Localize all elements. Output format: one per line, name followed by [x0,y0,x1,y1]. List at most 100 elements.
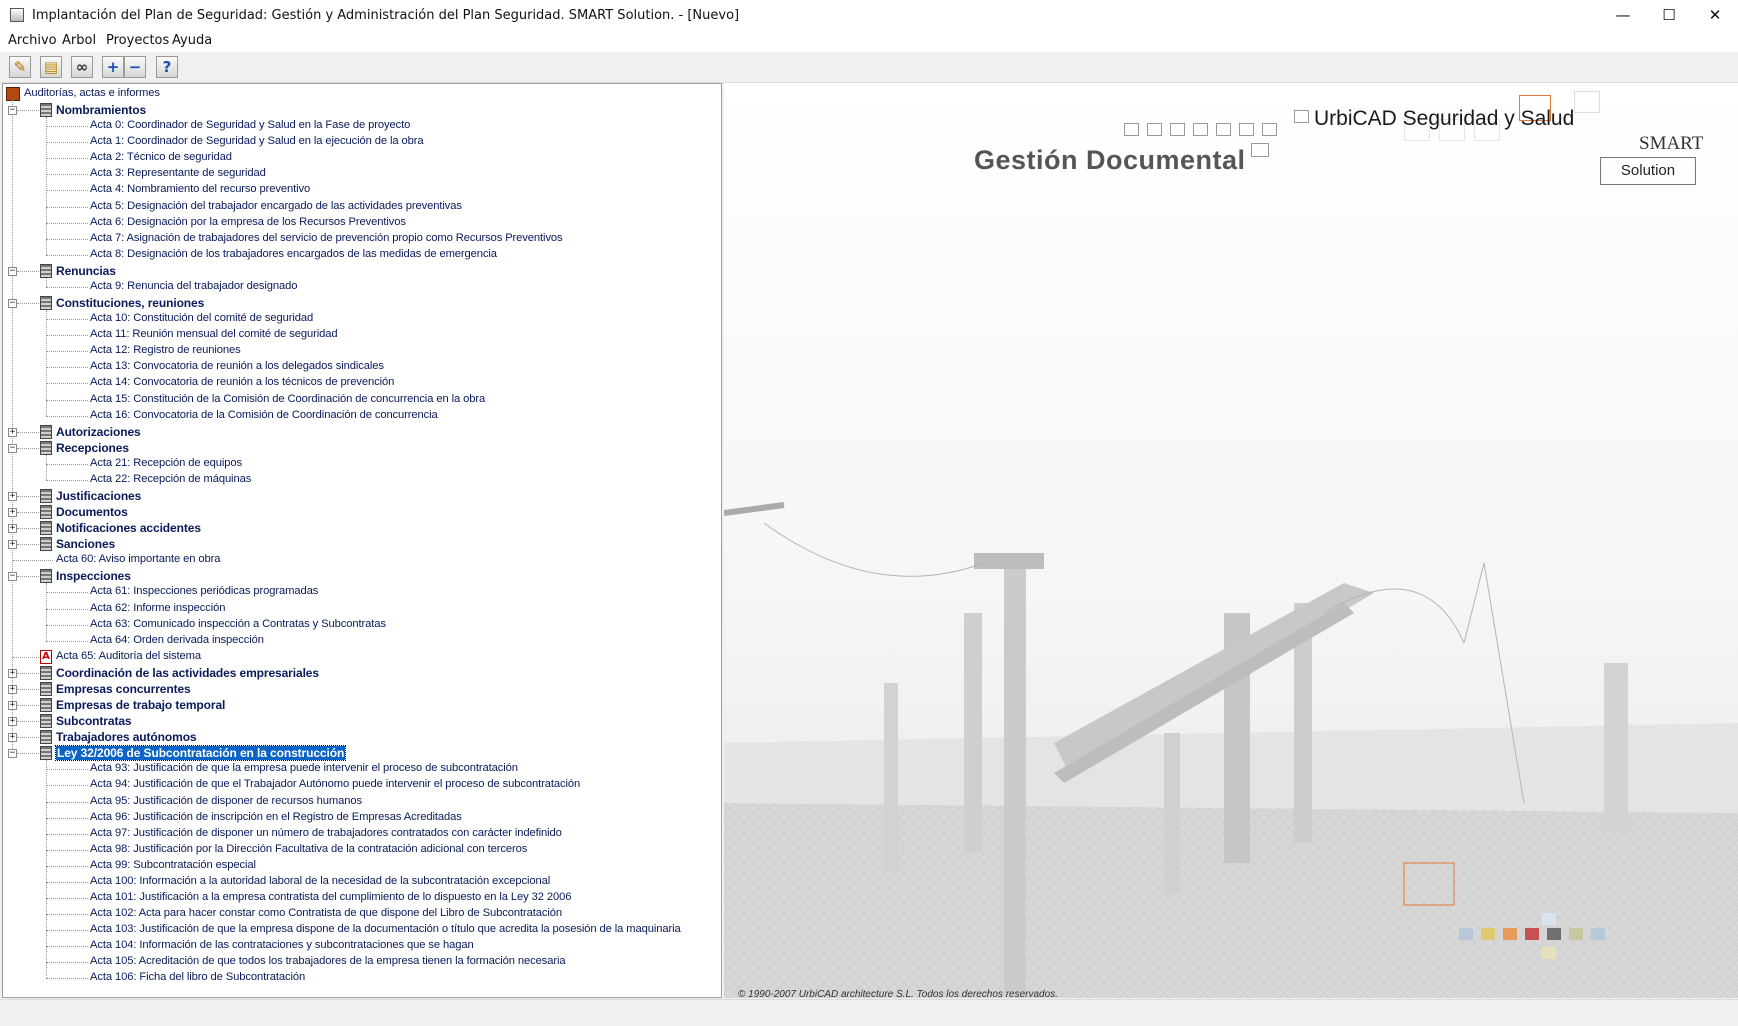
tree-leaf-node[interactable]: Acta 100: Información a la autoridad lab… [3,874,721,890]
collapse-toggle-icon[interactable]: − [8,749,17,759]
tree-group-node[interactable]: − Inspecciones [3,568,721,584]
menu-proyectos[interactable]: Proyectos [106,33,169,48]
collapse-toggle-icon[interactable]: − [8,266,17,276]
tree-leaf-node[interactable]: Acta 62: Informe inspección [3,601,721,617]
expand-toggle-icon[interactable]: + [8,668,17,678]
tree-leaf-node[interactable]: Acta 95: Justificación de disponer de re… [3,794,721,810]
tree-leaf-node[interactable]: Acta 97: Justificación de disponer un nú… [3,826,721,842]
tree-group-node[interactable]: + Documentos [3,504,721,520]
smart-logo-text: SMART [1639,133,1704,154]
expand-toggle-icon[interactable]: + [8,524,17,534]
minimize-button[interactable]: — [1600,0,1646,32]
tree-leaf-node[interactable]: Acta 10: Constitución del comité de segu… [3,311,721,327]
tree-group-node[interactable]: − Ley 32/2006 de Subcontratación en la co… [3,745,721,762]
expand-toggle-icon[interactable]: + [8,684,17,694]
tree-leaf-node[interactable]: Acta 2: Técnico de seguridad [3,150,721,166]
collapse-toggle-icon[interactable]: − [8,443,17,453]
leaf-label: Acta 5: Designación del trabajador encar… [90,199,462,212]
tree-leaf-node[interactable]: Acta 22: Recepción de máquinas [3,472,721,488]
tree-connector [46,962,88,964]
tree-leaf-node[interactable]: Acta 0: Coordinador de Seguridad y Salud… [3,118,721,134]
tree-leaf-node[interactable]: Acta 13: Convocatoria de reunión a los d… [3,359,721,375]
expand-toggle-icon[interactable]: + [8,733,17,743]
leaf-label: Acta 102: Acta para hacer constar como C… [90,907,562,920]
group-label: Sanciones [56,537,116,552]
tree-leaf-node[interactable]: Acta 98: Justificación por la Dirección … [3,842,721,858]
tree-group-node[interactable]: + Coordinación de las actividades empresa… [3,665,721,681]
tree-leaf-node[interactable]: Acta 105: Acreditación de que todos los … [3,954,721,970]
tree-leaf-node[interactable]: Acta 106: Ficha del libro de Subcontrata… [3,970,721,986]
tree-group-node[interactable]: + Sanciones [3,536,721,552]
tree-leaf-node[interactable]: Acta 61: Inspecciones periódicas program… [3,584,721,600]
tree-group-node[interactable]: + Autorizaciones [3,424,721,440]
tree-leaf-node[interactable]: Acta 94: Justificación de que el Trabaja… [3,777,721,793]
maximize-button[interactable]: ☐ [1646,0,1692,32]
leaf-label: Acta 1: Coordinador de Seguridad y Salud… [90,135,424,148]
tree-leaf-node[interactable]: Acta 99: Subcontratación especial [3,858,721,874]
menu-archivo[interactable]: Archivo [8,33,57,48]
menu-ayuda[interactable]: Ayuda [172,33,212,48]
open-folder-icon[interactable]: ▤ [40,56,62,78]
tree-leaf-node[interactable]: Acta 103: Justificación de que la empres… [3,922,721,938]
tree-leaf-node[interactable]: Acta 8: Designación de los trabajadores … [3,247,721,263]
collapse-toggle-icon[interactable]: − [8,106,17,116]
tree-connector [46,254,88,256]
tree-leaf-node[interactable]: Acta 5: Designación del trabajador encar… [3,199,721,215]
tree-group-node[interactable]: + Subcontratas [3,713,721,729]
document-tree[interactable]: Auditorías, actas e informes − Nombramien… [2,83,722,998]
help-icon[interactable]: ? [156,56,178,78]
expand-toggle-icon[interactable]: + [8,540,17,550]
expand-toggle-icon[interactable]: + [8,427,17,437]
tree-leaf-node[interactable]: Acta 12: Registro de reuniones [3,343,721,359]
expand-toggle-icon[interactable]: + [8,492,17,501]
tree-leaf-node[interactable]: Acta 60: Aviso importante en obra [3,552,721,568]
leaf-label: Acta 63: Comunicado inspección a Contrat… [90,617,386,630]
tree-connector [17,431,39,433]
tree-leaf-node[interactable]: Acta 21: Recepción de equipos [3,456,721,472]
tree-leaf-node[interactable]: Acta 16: Convocatoria de la Comisión de … [3,408,721,424]
menu-arbol[interactable]: Arbol [62,33,96,48]
tree-group-node[interactable]: − Nombramientos [3,102,721,118]
expand-toggle-icon[interactable]: + [8,717,17,727]
tree-leaf-node[interactable]: Acta 104: Información de las contratacio… [3,938,721,954]
tree-connector [46,383,88,385]
tree-leaf-node[interactable]: Acta 6: Designación por la empresa de lo… [3,215,721,231]
tree-leaf-node[interactable]: Acta 4: Nombramiento del recurso prevent… [3,182,721,198]
tree-leaf-node[interactable]: Acta 11: Reunión mensual del comité de s… [3,327,721,343]
tree-leaf-node[interactable]: Acta 14: Convocatoria de reunión a los t… [3,375,721,391]
tree-group-node[interactable]: − Constituciones, reuniones [3,295,721,311]
tree-leaf-node[interactable]: Acta 102: Acta para hacer constar como C… [3,906,721,922]
collapse-minus-icon[interactable]: − [124,56,146,78]
tree-leaf-node[interactable]: Acta 7: Asignación de trabajadores del s… [3,231,721,247]
tree-leaf-node[interactable]: A Acta 65: Auditoría del sistema [3,649,721,665]
tree-leaf-node[interactable]: Acta 64: Orden derivada inspección [3,633,721,649]
tree-leaf-node[interactable]: Acta 101: Justificación a la empresa con… [3,890,721,906]
expand-toggle-icon[interactable]: + [8,508,17,518]
binoculars-icon[interactable]: ∞ [71,56,93,78]
tree-connector [46,769,88,771]
expand-toggle-icon[interactable]: + [8,701,17,711]
expand-plus-icon[interactable]: + [102,56,124,78]
group-label: Recepciones [56,440,129,455]
tree-group-node[interactable]: − Recepciones [3,440,721,456]
tree-leaf-node[interactable]: Acta 9: Renuncia del trabajador designad… [3,279,721,295]
tree-group-node[interactable]: + Justificaciones [3,488,721,504]
edit-note-icon[interactable]: ✎ [9,56,31,78]
leaf-label: Acta 7: Asignación de trabajadores del s… [90,231,563,244]
tree-group-node[interactable]: − Renuncias [3,263,721,279]
tree-group-node[interactable]: + Notificaciones accidentes [3,520,721,536]
collapse-toggle-icon[interactable]: − [8,299,17,309]
tree-root[interactable]: Auditorías, actas e informes [3,86,721,102]
tree-connector [46,206,88,208]
tree-leaf-node[interactable]: Acta 63: Comunicado inspección a Contrat… [3,617,721,633]
tree-leaf-node[interactable]: Acta 93: Justificación de que la empresa… [3,761,721,777]
tree-leaf-node[interactable]: Acta 15: Constitución de la Comisión de … [3,392,721,408]
tree-leaf-node[interactable]: Acta 96: Justificación de inscripción en… [3,810,721,826]
close-button[interactable]: ✕ [1692,0,1738,32]
tree-group-node[interactable]: + Trabajadores autónomos [3,729,721,745]
tree-leaf-node[interactable]: Acta 1: Coordinador de Seguridad y Salud… [3,134,721,150]
tree-group-node[interactable]: + Empresas concurrentes [3,681,721,697]
tree-group-node[interactable]: + Empresas de trabajo temporal [3,697,721,713]
collapse-toggle-icon[interactable]: − [8,572,17,582]
tree-leaf-node[interactable]: Acta 3: Representante de seguridad [3,166,721,182]
